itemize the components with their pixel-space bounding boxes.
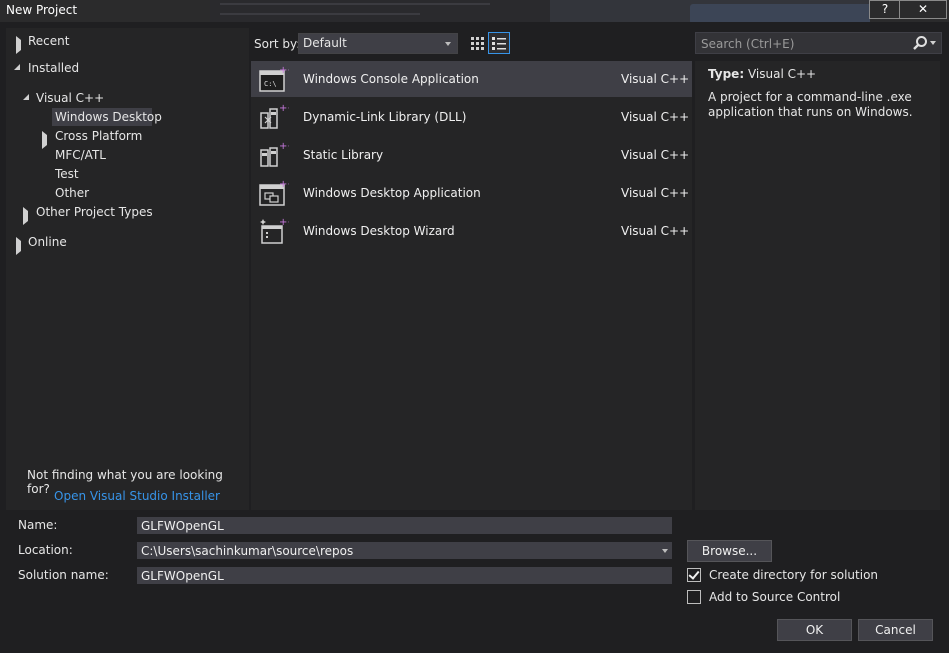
svg-text:++: ++ — [279, 141, 289, 152]
location-label: Location: — [18, 543, 73, 557]
svg-text:C:\: C:\ — [264, 80, 277, 88]
sort-label: Sort by: — [254, 37, 301, 51]
tree-item-installed[interactable]: Installed — [6, 59, 246, 77]
close-button[interactable]: ✕ — [899, 0, 947, 19]
tree-item-label: Windows Desktop — [55, 110, 162, 124]
checkmark-icon — [688, 568, 700, 580]
template-name: Windows Console Application — [303, 72, 479, 86]
browse-button[interactable]: Browse... — [687, 540, 772, 562]
title-bar: New Project ? ✕ — [0, 0, 949, 22]
template-language: Visual C++ — [621, 148, 690, 162]
template-list: C:\ ++ Windows Console Application Visua… — [251, 61, 692, 510]
tree-item-label: Visual C++ — [36, 91, 105, 105]
template-name: Static Library — [303, 148, 384, 162]
search-icon[interactable] — [912, 35, 928, 51]
expanded-arrow-icon[interactable] — [14, 64, 20, 70]
template-row[interactable]: C:\ ++ Windows Console Application Visua… — [251, 61, 692, 97]
open-installer-link[interactable]: Open Visual Studio Installer — [54, 489, 220, 503]
template-row[interactable]: ++ Windows Desktop Application Visual C+… — [251, 175, 692, 211]
dll-icon: ++ — [260, 103, 289, 129]
template-language: Visual C++ — [621, 110, 690, 124]
window-title: New Project — [6, 3, 78, 17]
console-app-icon: C:\ ++ — [259, 65, 289, 92]
tree-item-label: Recent — [28, 34, 70, 48]
type-value: Visual C++ — [747, 67, 817, 81]
tree-item-other[interactable]: Other — [6, 184, 246, 202]
template-language: Visual C++ — [621, 224, 690, 238]
name-input[interactable] — [137, 517, 672, 534]
tree-item-cross-platform[interactable]: Cross Platform — [6, 127, 246, 149]
sort-value: Default — [303, 36, 347, 50]
tree-item-mfc-atl[interactable]: MFC/ATL — [6, 146, 246, 164]
solution-name-label: Solution name: — [18, 568, 109, 582]
chevron-right-icon[interactable] — [23, 207, 36, 225]
type-key: Type: — [708, 67, 745, 81]
tree-item-online[interactable]: Online — [6, 233, 246, 255]
desktop-app-icon: ++ — [259, 179, 289, 206]
sort-toolbar: Sort by: Default — [252, 32, 692, 54]
add-to-source-control-label: Add to Source Control — [709, 590, 841, 604]
chevron-down-icon — [445, 42, 451, 46]
desktop-wizard-icon: ++ — [260, 217, 289, 244]
small-icons-view-button[interactable] — [466, 32, 488, 54]
template-description: A project for a command-line .exe applic… — [708, 90, 913, 119]
template-name: Dynamic-Link Library (DLL) — [303, 110, 467, 124]
svg-text:++: ++ — [279, 65, 289, 76]
location-input[interactable] — [137, 542, 672, 559]
svg-text:++: ++ — [279, 103, 289, 114]
tree-item-label: Other — [55, 186, 90, 200]
chevron-down-icon[interactable] — [662, 549, 668, 553]
template-row[interactable]: ++ Dynamic-Link Library (DLL) Visual C++ — [251, 99, 692, 135]
tree-item-label: Cross Platform — [55, 129, 143, 143]
expanded-arrow-icon[interactable] — [23, 94, 29, 100]
tree-item-recent[interactable]: Recent — [6, 32, 246, 54]
tree-item-label: Online — [28, 235, 67, 249]
template-name: Windows Desktop Wizard — [303, 224, 455, 238]
template-row[interactable]: ++ Static Library Visual C++ — [251, 137, 692, 173]
tree-item-other-project-types[interactable]: Other Project Types — [6, 203, 246, 225]
tree-item-label: MFC/ATL — [55, 148, 106, 162]
search-box — [695, 32, 942, 54]
svg-text:++: ++ — [279, 217, 289, 228]
template-language: Visual C++ — [621, 186, 690, 200]
template-category-tree: Recent Installed Visual C++ Windows Desk… — [6, 28, 249, 510]
tree-item-windows-desktop[interactable]: Windows Desktop — [52, 108, 162, 126]
chevron-down-icon[interactable] — [930, 41, 936, 45]
sort-dropdown[interactable]: Default — [298, 33, 458, 54]
name-label: Name: — [18, 518, 58, 532]
tree-item-visual-cpp[interactable]: Visual C++ — [6, 89, 246, 107]
help-button[interactable]: ? — [869, 0, 901, 19]
cancel-button[interactable]: Cancel — [858, 619, 933, 641]
search-input[interactable] — [699, 34, 908, 53]
create-directory-label: Create directory for solution — [709, 568, 879, 582]
add-to-source-control-checkbox[interactable] — [687, 590, 701, 604]
tree-item-test[interactable]: Test — [6, 165, 246, 183]
grid-view-icon — [471, 37, 484, 50]
template-name: Windows Desktop Application — [303, 186, 481, 200]
background-window-peek-right — [550, 0, 870, 22]
template-details-panel: Type: Visual C++ A project for a command… — [695, 61, 940, 510]
ok-button[interactable]: OK — [777, 619, 852, 641]
tree-item-label: Other Project Types — [36, 205, 153, 219]
background-window-peek — [210, 0, 550, 22]
list-view-button[interactable] — [488, 32, 510, 54]
template-language: Visual C++ — [621, 72, 690, 86]
solution-name-input[interactable] — [137, 567, 672, 584]
svg-text:++: ++ — [279, 179, 289, 190]
create-directory-checkbox[interactable] — [687, 568, 701, 582]
static-library-icon: ++ — [260, 141, 289, 167]
list-view-icon — [492, 37, 506, 50]
tree-item-label: Test — [55, 167, 79, 181]
type-line: Type: Visual C++ — [708, 67, 816, 81]
template-row[interactable]: ++ Windows Desktop Wizard Visual C++ — [251, 213, 692, 249]
tree-item-label: Installed — [28, 61, 80, 75]
